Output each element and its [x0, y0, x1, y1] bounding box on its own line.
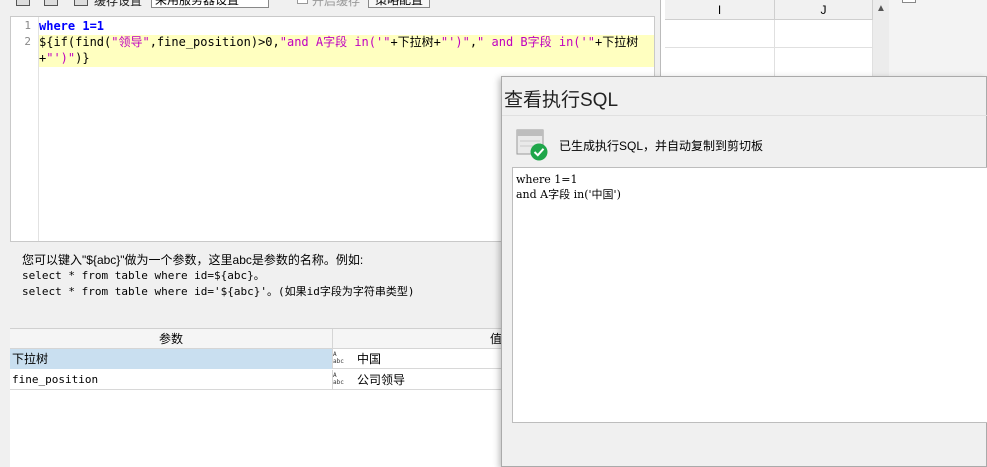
enable-cache-checkbox[interactable]: [297, 0, 308, 4]
param-name: fine_position: [10, 370, 333, 390]
param-name: 下拉树: [10, 349, 333, 369]
save-icon[interactable]: [44, 0, 58, 6]
cache-icon: [74, 0, 88, 6]
column-header-i[interactable]: I: [665, 0, 775, 20]
code-text: +下拉树: [594, 35, 639, 49]
sql-line: where 1=1: [516, 173, 578, 186]
cache-settings-label: 缓存设置: [94, 0, 143, 8]
parameter-hint: 您可以键入"${abc}"做为一个参数，这里abc是参数的名称。例如: sele…: [22, 252, 502, 300]
sql-line: and A字段 in('中国'): [516, 188, 621, 201]
dialog-title: 查看执行SQL: [504, 90, 619, 111]
cache-mode-select[interactable]: 采用服务器设置: [151, 0, 269, 8]
code-string: "领导": [111, 35, 150, 49]
code-string: "')": [46, 51, 76, 65]
divider: [502, 115, 987, 116]
param-value[interactable]: 中国: [357, 349, 381, 369]
code-text: ,fine_position)>0,: [149, 35, 280, 49]
code-text: )}: [75, 51, 90, 65]
side-panel: [889, 0, 987, 80]
grid-cell[interactable]: [665, 20, 775, 48]
code-text: +下拉树+: [390, 35, 441, 49]
enable-cache-label: 开启缓存: [312, 0, 361, 8]
code-string: " and B字段 in('": [477, 35, 595, 49]
toolbar: 缓存设置 采用服务器设置 开启缓存 策略配置: [0, 0, 660, 8]
line-gutter: 1 2: [11, 17, 39, 241]
generated-sql-text[interactable]: where 1=1 and A字段 in('中国'): [512, 167, 987, 423]
grid-cell[interactable]: [665, 48, 775, 78]
code-text: ${if(find(: [39, 35, 112, 49]
line-number: 2: [24, 35, 31, 48]
hint-example-2: select * from table where id='${abc}'。(如…: [22, 285, 415, 298]
line-number: 1: [24, 19, 31, 32]
string-type-icon: Aabc: [333, 351, 344, 365]
string-type-icon: Aabc: [333, 372, 344, 386]
code-string: "')": [440, 35, 470, 49]
code-string: "and A字段 in('": [279, 35, 391, 49]
param-value[interactable]: 公司领导: [357, 370, 405, 390]
panel-toggle-icon[interactable]: [902, 0, 916, 3]
format-icon[interactable]: [16, 0, 30, 6]
code-line-2-wrap: +"')")}: [39, 50, 90, 66]
column-header-j[interactable]: J: [775, 0, 873, 20]
sql-success-icon: [516, 129, 548, 161]
grid-cell[interactable]: [775, 48, 873, 78]
strategy-config-button[interactable]: 策略配置: [368, 0, 431, 8]
hint-example-1: select * from table where id=${abc}。: [22, 269, 265, 282]
view-sql-dialog: 查看执行SQL 已生成执行SQL，并自动复制到剪切板 where 1=1 and…: [501, 76, 987, 467]
vertical-scrollbar[interactable]: ▲: [873, 0, 889, 80]
code-line-2: ${if(find("领导",fine_position)>0,"and A字段…: [39, 34, 638, 50]
scroll-up-icon[interactable]: ▲: [873, 2, 889, 16]
code-keyword: where 1=1: [39, 19, 105, 33]
grid-cell[interactable]: [775, 20, 873, 48]
success-message: 已生成执行SQL，并自动复制到剪切板: [559, 139, 764, 153]
hint-text: 您可以键入"${abc}"做为一个参数，这里abc是参数的名称。例如:: [22, 253, 364, 267]
column-header-param[interactable]: 参数: [10, 329, 333, 349]
code-text: ,: [469, 35, 478, 49]
code-line-1: where 1=1: [39, 18, 104, 34]
